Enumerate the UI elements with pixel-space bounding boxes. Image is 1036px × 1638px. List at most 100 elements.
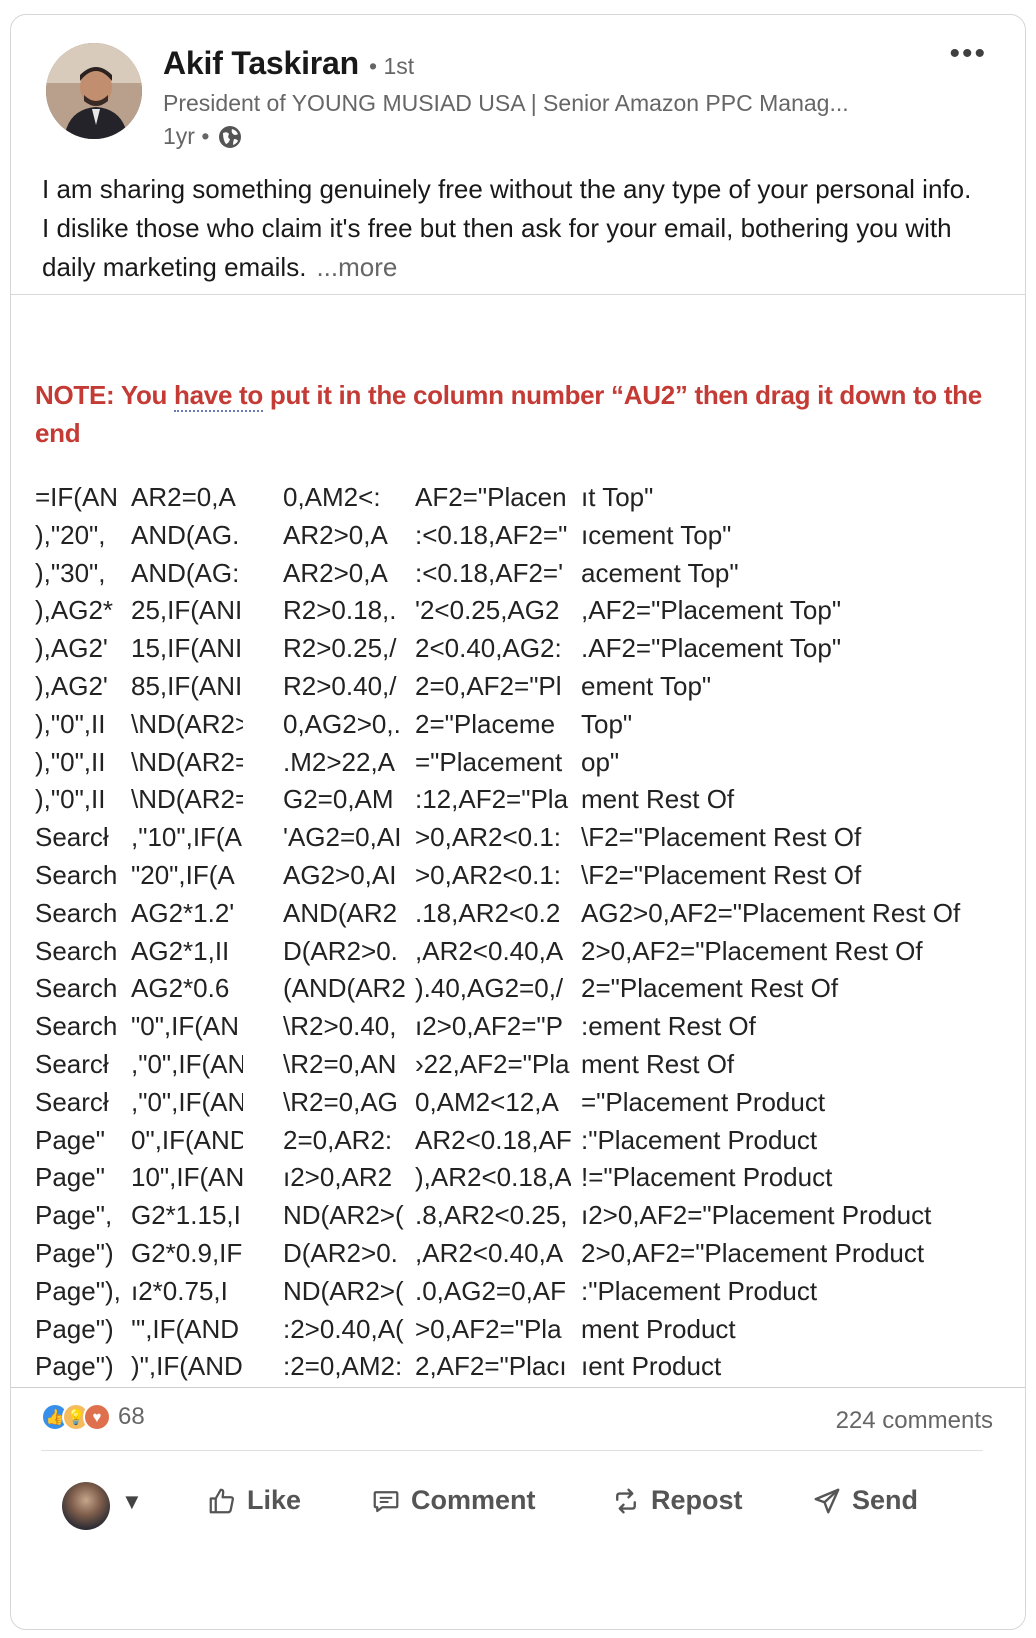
formula-fragment: AND(AR2 — [283, 897, 398, 928]
formula-fragment: ıent Product — [581, 1351, 722, 1382]
formula-fragment: Search — [35, 973, 118, 1004]
formula-fragment: AF2="Placen — [415, 482, 567, 512]
formula-fragment: Page", — [35, 1200, 113, 1231]
formula-fragment: :ement Rest Of — [581, 1011, 756, 1042]
formula-row: Search AG2*0.6 (AND(AR2).40,AG2=0,/ 2="Plac… — [11, 973, 1025, 1011]
post-card: Akif Taskiran • 1st President of YOUNG M… — [10, 14, 1026, 1630]
formula-fragment: 0",IF(AND — [131, 1124, 243, 1155]
formula-fragment: )",IF(AND — [131, 1351, 243, 1382]
comment-button[interactable]: Comment — [371, 1485, 536, 1516]
formula-fragment: R2>0.18,. — [283, 595, 397, 626]
formula-fragment: \F2="Placement Rest Of — [581, 822, 862, 853]
formula-row: ),AG2' 15,IF(ANI R2>0.25,/ 2<0.40,AG2: .AF2=… — [11, 633, 1025, 671]
formula-row: ),"0",II \ND(AR2= G2=0,AM:12,AF2="Pla ment … — [11, 784, 1025, 822]
formula-fragment: Search — [35, 860, 118, 890]
repost-button[interactable]: Repost — [611, 1485, 743, 1516]
divider — [11, 1387, 1025, 1388]
formula-fragment: ),AG2' — [35, 633, 108, 664]
formula-fragment: ),AG2' — [35, 671, 108, 701]
formula-fragment: 15,IF(ANI — [131, 633, 243, 664]
formula-fragment: ND(AR2>( — [283, 1275, 404, 1306]
formula-fragment: Searcł — [35, 822, 109, 853]
comments-count-link[interactable]: 224 comments — [836, 1407, 993, 1435]
formula-fragment: 0,AM2<: — [283, 482, 381, 512]
formula-fragment: Search — [35, 1011, 118, 1042]
formula-fragment: \ND(AR2= — [131, 746, 243, 777]
reaction-count: 68 — [118, 1403, 145, 1430]
chevron-down-icon[interactable]: ▼ — [121, 1489, 143, 1515]
see-more-link[interactable]: ...more — [316, 252, 397, 282]
formula-fragment: Searcł — [35, 1086, 109, 1117]
formula-fragment: ,AR2<0.40,A — [415, 935, 564, 966]
formula-fragment: R2>0.40,/ — [283, 671, 397, 701]
divider — [41, 1450, 983, 1451]
formula-fragment: ment Rest Of — [581, 784, 735, 815]
connection-degree: • 1st — [369, 53, 415, 79]
formula-fragment: ›22,AF2="Pla — [415, 1049, 570, 1079]
post-image[interactable]: NOTE: You have to put it in the column n… — [11, 295, 1025, 1388]
formula-row: Searcł ,"0",IF(AN \R2=0,AN ›22,AF2="Pla ment… — [11, 1049, 1025, 1087]
formula-fragment: D(AR2>0. — [283, 1238, 398, 1268]
formula-fragment: ment Product — [581, 1313, 736, 1344]
formula-fragment: :12,AF2="Pla — [415, 784, 569, 815]
formula-fragment: 2>0,AF2="Placement Rest Of — [581, 935, 923, 966]
formula-fragment: (AND(AR2 — [283, 973, 406, 1004]
formula-fragment: ı2>0,AF2="Placement Product — [581, 1200, 932, 1231]
formula-fragment: .0,AG2=0,AF — [415, 1275, 567, 1306]
formula-fragment: \R2=0,AN — [283, 1049, 397, 1079]
formula-fragment: >0,AR2<0.1: — [415, 860, 561, 890]
formula-row: =IF(AN AR2=0,A 0,AM2<: AF2="Placen ıt Top" — [11, 482, 1025, 520]
formula-fragment: 25,IF(ANI — [131, 595, 243, 626]
author-avatar[interactable] — [46, 43, 142, 139]
formula-fragment: D(AR2>0. — [283, 935, 398, 966]
reactions-summary[interactable]: 👍 💡 ♥ 68 — [41, 1403, 145, 1431]
formula-row: Page") G2*0.9,IF(D(AR2>0. ,AR2<0.40,A 2>0,A… — [11, 1238, 1025, 1276]
like-button[interactable]: Like — [207, 1485, 301, 1516]
formula-fragment: G2*0.9,IF( — [131, 1238, 243, 1268]
formula-fragment: 'AG2=0,AI — [283, 822, 402, 853]
formula-row: Page"), ı2*0.75,I ND(AR2>(.0,AG2=0,AF:"Pla… — [11, 1276, 1025, 1314]
formula-fragment: ı2*0.75,I — [131, 1275, 228, 1306]
formula-row: Search AG2*1.2' AND(AR2 .18,AR2<0.2 AG2>0,AF… — [11, 898, 1025, 936]
formula-fragment: !="Placement Product — [581, 1162, 833, 1193]
formula-row: Page"))",IF(AND:2=0,AM2: 2,AF2="Placı ıent… — [11, 1351, 1025, 1388]
actor-avatar[interactable] — [62, 1482, 110, 1530]
formula-fragment: ,AR2<0.40,A — [415, 1238, 564, 1268]
formula-fragment: ,"10",IF(A — [131, 822, 242, 853]
author-name[interactable]: Akif Taskiran — [163, 45, 359, 82]
formula-row: ),"30", AND(AG: AR2>0,A:<0.18,AF2=' acement… — [11, 558, 1025, 596]
formula-fragment: >0,AR2<0.1: — [415, 822, 561, 853]
formula-row: Page", G2*1.15,I ND(AR2>(.8,AR2<0.25, ı2>0,… — [11, 1200, 1025, 1238]
formula-row: ),"0",II \ND(AR2= .M2>22,A ="Placement op" — [11, 747, 1025, 785]
thumbs-up-icon — [209, 1488, 234, 1513]
formula-fragment: \R2=0,AG — [283, 1086, 398, 1117]
formula-fragment: :<0.18,AF2=' — [415, 557, 564, 588]
formula-fragment: R2>0.25,/ — [283, 633, 397, 664]
formula-fragment: .18,AR2<0.2 — [415, 897, 561, 928]
formula-fragment: =IF(AN — [35, 482, 119, 512]
formula-fragment: AG2*1,II — [131, 935, 230, 966]
send-button[interactable]: Send — [812, 1485, 918, 1516]
formula-fragment: G2*1.15,I — [131, 1200, 241, 1231]
formula-fragment: ),"0",II — [35, 746, 106, 777]
formula-row: ),"0",II \ND(AR2> 0,AG2>0,. 2="Placeme Top" — [11, 709, 1025, 747]
formula-fragment: \R2>0.40, — [283, 1011, 397, 1042]
formula-fragment: ment Rest Of — [581, 1049, 735, 1079]
formula-fragment: '",IF(AND — [131, 1313, 240, 1344]
formula-fragment: .AF2="Placement Top" — [581, 633, 842, 664]
formula-fragment: ıt Top" — [581, 482, 654, 512]
formula-fragment: AG2*1.2' — [131, 897, 235, 928]
formula-fragment: ,AF2="Placement Top" — [581, 595, 842, 626]
more-options-button[interactable]: ••• — [949, 37, 987, 71]
post-time: 1yr • — [163, 123, 210, 149]
ellipsis-icon: ••• — [949, 37, 987, 70]
send-label: Send — [852, 1485, 919, 1515]
formula-fragment: 2="Placeme — [415, 708, 556, 739]
formula-fragment: :2>0.40,A( — [283, 1313, 404, 1344]
send-icon — [814, 1488, 840, 1513]
author-line: Akif Taskiran • 1st — [163, 45, 414, 82]
formula-row: Page") '",IF(AND:2>0.40,A(>0,AF2="Pla ment… — [11, 1314, 1025, 1352]
formula-fragment: 2="Placement Rest Of — [581, 973, 839, 1004]
author-headline: President of YOUNG MUSIAD USA | Senior A… — [163, 90, 849, 116]
formula-fragment: Top" — [581, 708, 633, 739]
